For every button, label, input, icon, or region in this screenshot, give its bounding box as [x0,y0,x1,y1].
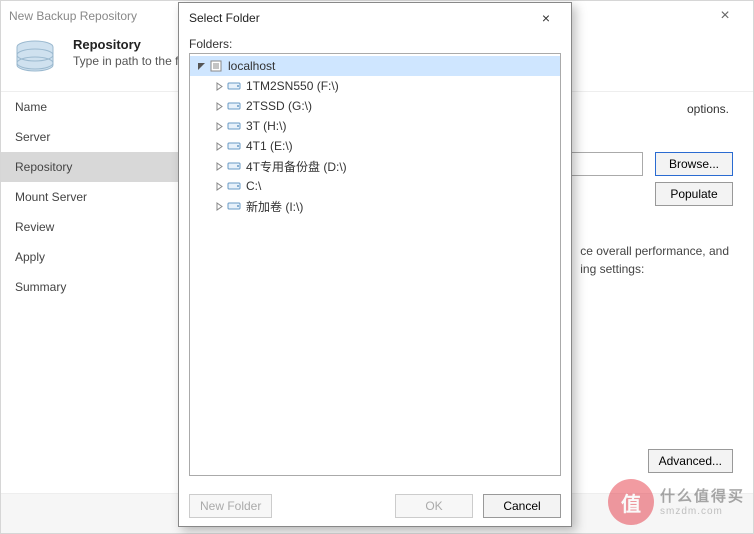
expand-collapse-icon[interactable] [212,102,226,111]
dialog-titlebar: Select Folder × [179,3,571,33]
tree-node-localhost[interactable]: localhost [190,56,560,76]
dialog-close-button[interactable]: × [531,10,561,26]
folders-label: Folders: [189,37,561,51]
sidebar-item-label: Mount Server [15,190,87,204]
server-icon [208,59,224,73]
tree-node-drive[interactable]: 3T (H:\) [190,116,560,136]
browse-button[interactable]: Browse... [655,152,733,176]
drive-icon [226,81,242,91]
tree-node-drive[interactable]: C:\ [190,176,560,196]
hint-line: ing settings: [580,260,729,278]
sidebar-item-name[interactable]: Name [1,92,181,122]
sidebar-item-summary[interactable]: Summary [1,272,181,302]
sidebar-item-repository[interactable]: Repository [1,152,181,182]
tree-node-label: 4T专用备份盘 (D:\) [246,158,347,175]
sidebar-item-label: Summary [15,280,66,294]
expand-collapse-icon[interactable] [212,82,226,91]
tree-node-label: localhost [228,59,275,73]
performance-hint: ce overall performance, and ing settings… [580,242,729,278]
sidebar-item-server[interactable]: Server [1,122,181,152]
watermark: 值 什么值得买 smzdm.com [608,479,745,525]
dialog-title: Select Folder [189,11,531,25]
tree-node-label: C:\ [246,179,261,193]
select-folder-dialog: Select Folder × Folders: localhost 1TM2S… [178,2,572,527]
repository-icon [13,37,57,81]
expand-collapse-icon[interactable] [212,162,226,171]
drive-icon [226,101,242,111]
tree-node-label: 1TM2SN550 (F:\) [246,79,339,93]
tree-node-drive[interactable]: 1TM2SN550 (F:\) [190,76,560,96]
new-folder-button: New Folder [189,494,272,518]
expand-collapse-icon[interactable] [212,182,226,191]
expand-collapse-icon[interactable] [194,62,208,71]
sidebar-item-label: Review [15,220,54,234]
sidebar-item-label: Name [15,100,47,114]
drive-icon [226,141,242,151]
expand-collapse-icon[interactable] [212,202,226,211]
dialog-body: Folders: localhost 1TM2SN550 (F:\) [179,33,571,486]
tree-node-label: 3T (H:\) [246,119,286,133]
populate-button[interactable]: Populate [655,182,733,206]
sidebar-item-mount-server[interactable]: Mount Server [1,182,181,212]
expand-collapse-icon[interactable] [212,122,226,131]
sidebar-item-label: Repository [15,160,72,174]
tree-node-label: 4T1 (E:\) [246,139,293,153]
wizard-header-title: Repository [73,37,178,52]
tree-node-drive[interactable]: 2TSSD (G:\) [190,96,560,116]
tree-node-drive[interactable]: 4T专用备份盘 (D:\) [190,156,560,176]
drive-icon [226,201,242,211]
sidebar-item-label: Server [15,130,50,144]
sidebar-item-label: Apply [15,250,45,264]
drive-icon [226,181,242,191]
dialog-footer: New Folder OK Cancel [179,486,571,526]
watermark-badge: 值 [608,479,654,525]
wizard-close-button[interactable]: × [705,7,745,25]
watermark-line1: 什么值得买 [660,485,745,506]
wizard-header-sub: Type in path to the f [73,54,178,68]
expand-collapse-icon[interactable] [212,142,226,151]
hint-line: ce overall performance, and [580,242,729,260]
wizard-sidebar: Name Server Repository Mount Server Revi… [1,92,181,493]
tree-node-label: 2TSSD (G:\) [246,99,312,113]
watermark-line2: smzdm.com [660,506,745,517]
drive-icon [226,121,242,131]
sidebar-item-apply[interactable]: Apply [1,242,181,272]
wizard-header-text: Repository Type in path to the f [73,37,178,68]
tree-node-drive[interactable]: 4T1 (E:\) [190,136,560,156]
tree-node-label: 新加卷 (I:\) [246,198,303,215]
drive-icon [226,161,242,171]
folder-tree[interactable]: localhost 1TM2SN550 (F:\) 2TSSD (G:\) 3T… [189,53,561,476]
advanced-button[interactable]: Advanced... [648,449,733,473]
wizard-header-sub-right: options. [687,102,729,116]
cancel-button[interactable]: Cancel [483,494,561,518]
tree-node-drive[interactable]: 新加卷 (I:\) [190,196,560,216]
sidebar-item-review[interactable]: Review [1,212,181,242]
ok-button: OK [395,494,473,518]
